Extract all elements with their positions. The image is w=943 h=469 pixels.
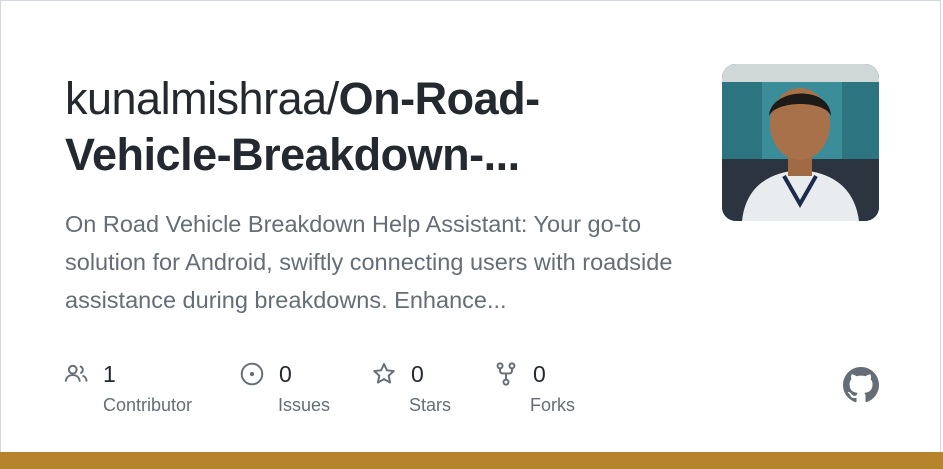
repo-social-card: kunalmishraa/On-Road-Vehicle-Breakdown-.… <box>0 0 941 467</box>
avatar-photo <box>722 64 879 221</box>
people-icon <box>64 364 88 382</box>
forks-count: 0 <box>533 360 546 387</box>
issue-opened-icon <box>240 362 264 386</box>
issues-count: 0 <box>279 360 292 387</box>
repo-owner[interactable]: kunalmishraa/ <box>65 73 339 124</box>
contributors-count: 1 <box>103 360 116 387</box>
stat-forks[interactable]: 0 Forks <box>493 359 575 416</box>
avatar <box>722 64 879 221</box>
contributors-label: Contributor <box>103 395 193 415</box>
stars-count: 0 <box>411 360 424 387</box>
star-icon <box>373 363 395 384</box>
stat-contributors[interactable]: 1 Contributor <box>63 359 192 416</box>
stars-label: Stars <box>409 395 452 415</box>
github-mark-icon[interactable] <box>843 367 879 403</box>
issues-label: Issues <box>278 395 331 415</box>
repo-description: On Road Vehicle Breakdown Help Assistant… <box>65 211 673 313</box>
forks-label: Forks <box>530 395 575 415</box>
language-color-bar <box>0 452 943 469</box>
repo-title[interactable]: kunalmishraa/On-Road-Vehicle-Breakdown-.… <box>65 71 685 183</box>
repo-forked-icon <box>496 362 516 386</box>
repo-stats: 1 Contributor 0 Issues 0 Stars 0 Forks <box>63 359 703 423</box>
stat-issues[interactable]: 0 Issues <box>239 359 330 416</box>
stat-stars[interactable]: 0 Stars <box>371 359 451 416</box>
